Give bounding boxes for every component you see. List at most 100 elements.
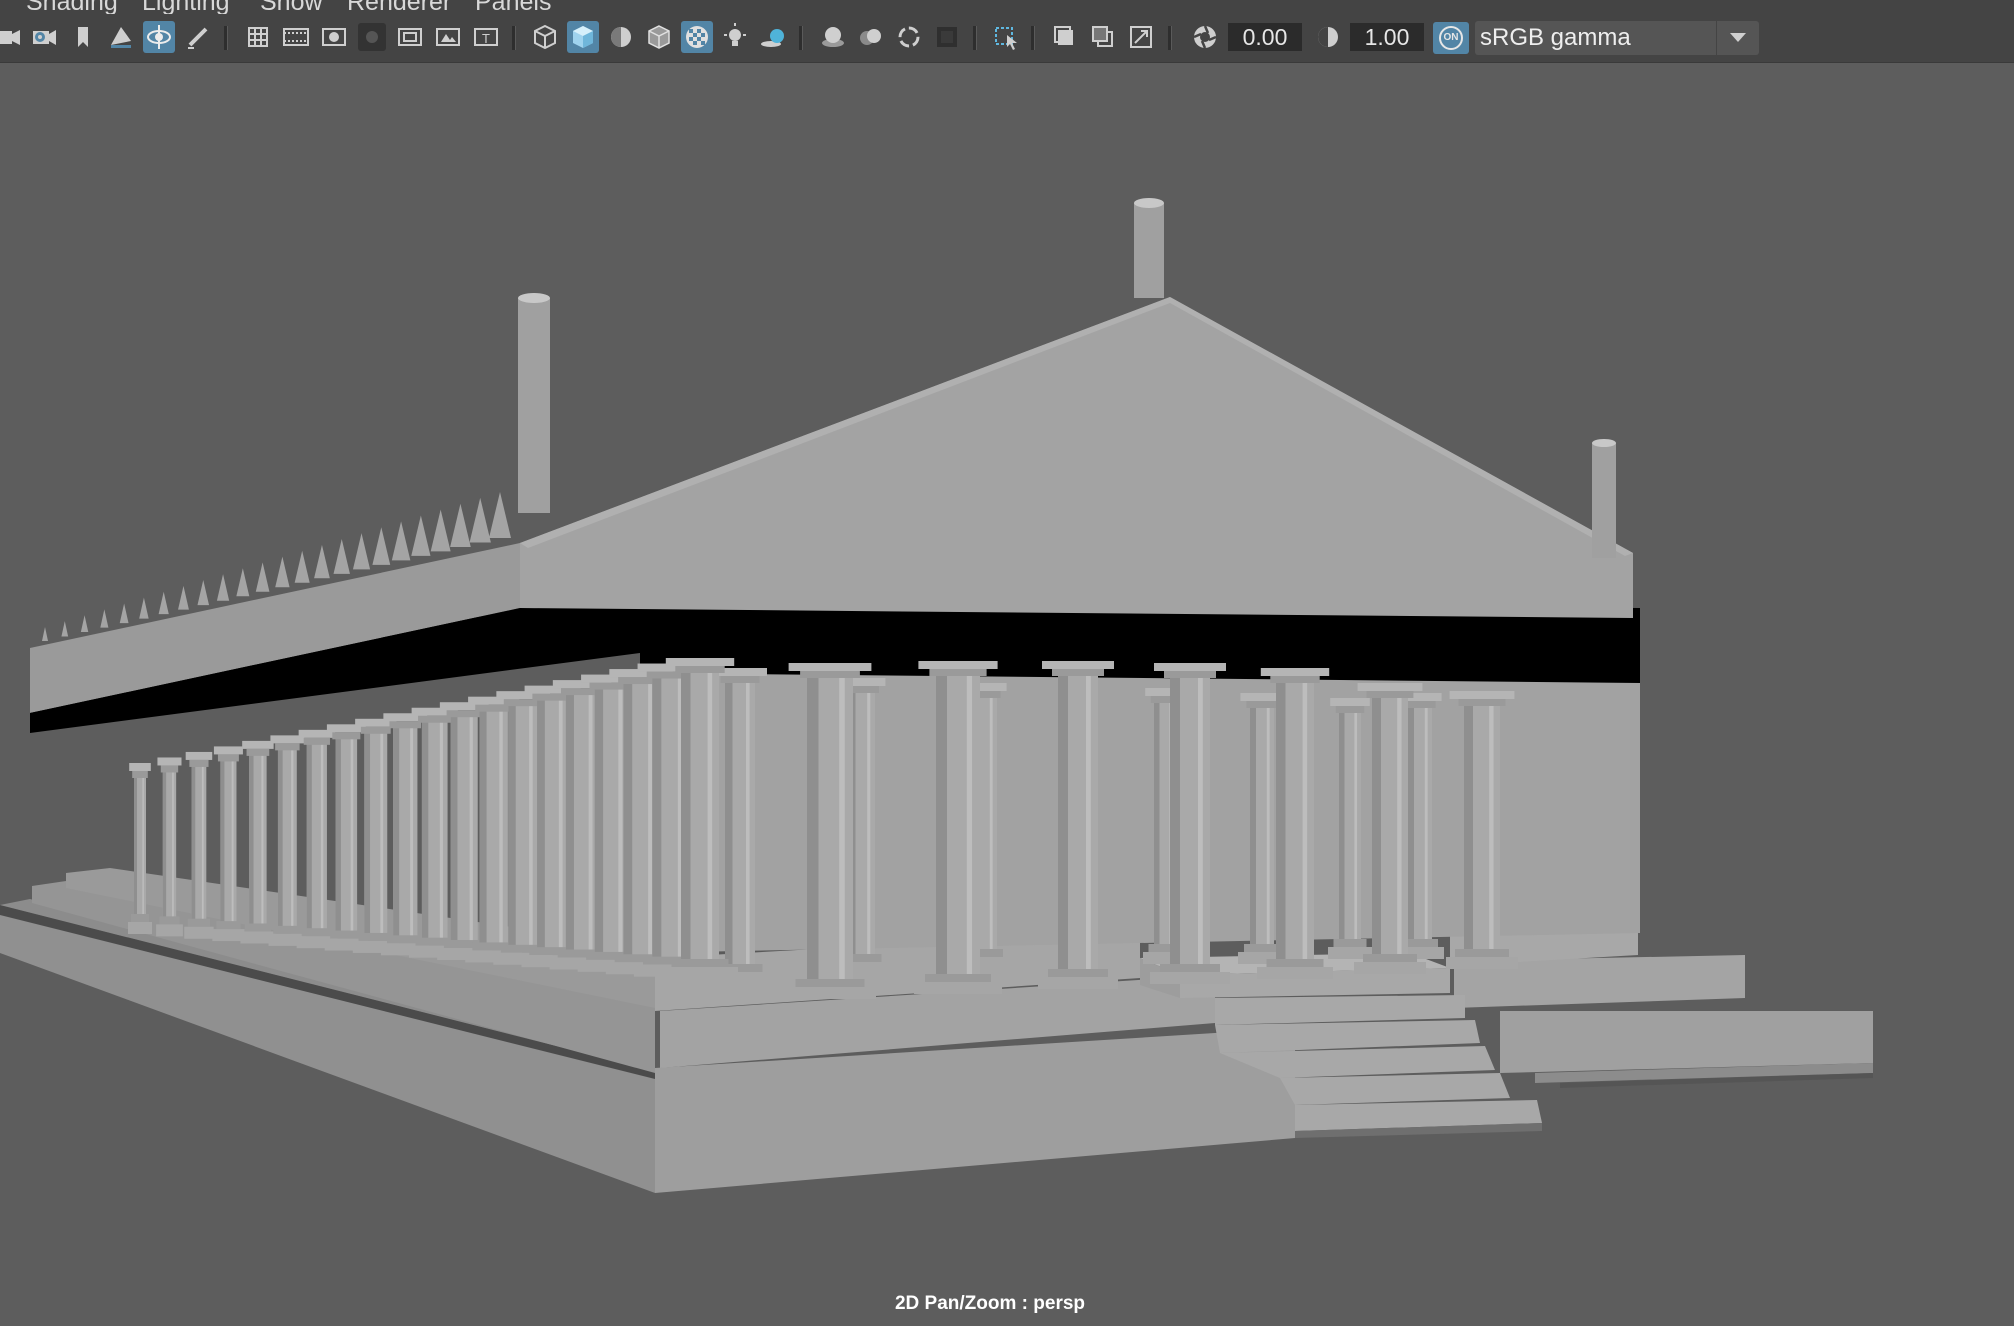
ridge-spike <box>294 550 310 583</box>
film-gate-icon[interactable] <box>280 21 312 53</box>
grid-icon[interactable] <box>242 21 274 53</box>
menu-shading[interactable]: Shading <box>26 0 118 14</box>
ridge-spike <box>469 497 491 543</box>
column-highlight <box>558 699 563 950</box>
column-base <box>273 925 302 934</box>
column-highlight <box>1086 675 1091 971</box>
column-highlight <box>588 694 593 952</box>
svg-text:T: T <box>482 31 490 46</box>
gamma-icon[interactable] <box>1312 21 1344 53</box>
menu-show[interactable]: Show <box>260 0 323 14</box>
ridge-spike <box>275 556 290 588</box>
multisample-aa-icon[interactable] <box>893 21 925 53</box>
column-plinth <box>1257 967 1333 979</box>
isolate-select-icon[interactable] <box>991 21 1023 53</box>
column-shade <box>623 683 633 957</box>
exposure-field[interactable]: 0.00 <box>1228 23 1302 51</box>
column-capital <box>242 740 274 749</box>
column-shade <box>249 754 254 926</box>
menu-panels[interactable]: Panels <box>475 0 551 14</box>
safe-action-icon[interactable] <box>432 21 464 53</box>
column-base <box>1244 944 1280 952</box>
column-highlight <box>1424 707 1428 941</box>
backface-culling-icon[interactable] <box>1125 21 1157 53</box>
column-capital <box>157 757 182 766</box>
column-shade <box>277 749 283 928</box>
select-camera-icon[interactable] <box>0 21 24 53</box>
exposure-icon[interactable] <box>1189 21 1221 53</box>
column-echinus <box>418 715 452 723</box>
column-shade <box>537 699 545 950</box>
column-highlight <box>529 705 533 947</box>
colonnade <box>128 658 1518 999</box>
tumble-tool-icon[interactable] <box>143 21 175 53</box>
xray-icon[interactable] <box>681 21 713 53</box>
column-shade <box>1372 697 1381 956</box>
use-default-material-icon[interactable] <box>605 21 637 53</box>
column-highlight <box>410 727 414 938</box>
column-highlight <box>989 697 993 951</box>
column-shade <box>364 732 371 935</box>
column-highlight <box>1266 707 1270 946</box>
column-highlight <box>350 738 354 933</box>
column-capital <box>185 751 213 760</box>
column-echinus <box>1164 671 1216 678</box>
column-shade <box>1170 677 1180 966</box>
ridge-spike <box>450 503 471 547</box>
xray-active-components-icon[interactable] <box>1087 21 1119 53</box>
depth-of-field-icon[interactable] <box>931 21 963 53</box>
shadows-icon[interactable] <box>757 21 789 53</box>
column-highlight <box>746 682 750 966</box>
column-plinth <box>156 924 183 937</box>
column-highlight <box>320 743 324 931</box>
column-base <box>301 928 332 937</box>
color-space-dropdown[interactable]: sRGB gamma <box>1475 21 1759 55</box>
panel-menu-bar: Shading Lighting Show Renderer Panels <box>0 0 2014 14</box>
3d-viewport[interactable]: 2D Pan/Zoom : persp <box>0 63 2014 1326</box>
column-highlight <box>142 777 144 916</box>
screen-space-ao-icon[interactable] <box>817 21 849 53</box>
ridge-spike <box>119 603 129 624</box>
bookmark-icon[interactable] <box>67 21 99 53</box>
stair-5 <box>1280 1073 1510 1105</box>
column-capital <box>788 663 872 671</box>
ridge-spike <box>61 621 69 637</box>
column-shade <box>508 705 516 947</box>
gamma-field[interactable]: 1.00 <box>1350 23 1424 51</box>
column-shade <box>936 675 947 976</box>
ridge-spike <box>411 515 431 556</box>
ridge-spike <box>352 533 371 570</box>
column-shade <box>306 743 312 931</box>
column-base <box>187 918 210 927</box>
color-management-icon[interactable]: ON <box>1433 22 1469 54</box>
motion-blur-icon[interactable] <box>855 21 887 53</box>
smooth-shade-all-icon[interactable] <box>567 21 599 53</box>
dropdown-arrow-icon <box>1716 21 1759 55</box>
column-shade <box>191 765 196 921</box>
use-all-lights-icon[interactable] <box>719 21 751 53</box>
column-echinus <box>389 721 422 729</box>
xray-joints-icon[interactable] <box>1049 21 1081 53</box>
column-echinus <box>1335 706 1365 713</box>
column-plinth <box>784 987 876 999</box>
image-plane-icon[interactable] <box>105 21 137 53</box>
column-capital <box>1042 661 1114 669</box>
column-echinus <box>1246 701 1278 708</box>
column-shade <box>725 682 733 966</box>
safe-title-icon[interactable]: T <box>470 21 502 53</box>
menu-renderer[interactable]: Renderer <box>347 0 451 14</box>
wireframe-on-shaded-icon[interactable] <box>643 21 675 53</box>
gate-mask-icon[interactable] <box>356 21 388 53</box>
field-chart-icon[interactable] <box>394 21 426 53</box>
resolution-gate-icon[interactable] <box>318 21 350 53</box>
column-base <box>1363 954 1417 962</box>
column-capital <box>665 658 735 666</box>
camera-attributes-icon[interactable] <box>28 21 60 53</box>
column-plinth <box>128 922 152 934</box>
column-base <box>795 979 865 987</box>
grease-pencil-icon[interactable] <box>182 21 214 53</box>
wireframe-icon[interactable] <box>529 21 561 53</box>
column-highlight <box>469 716 473 943</box>
menu-lighting[interactable]: Lighting <box>142 0 230 14</box>
ridge-spike <box>391 521 411 561</box>
